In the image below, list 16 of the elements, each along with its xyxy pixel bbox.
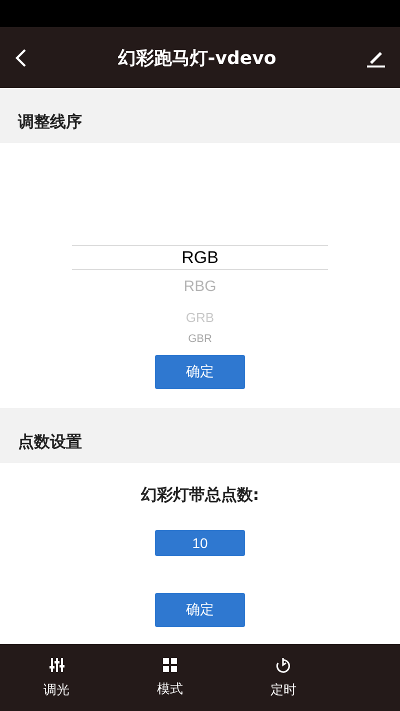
back-icon[interactable] (14, 48, 28, 68)
page-title: 幻彩跑马灯-vdevo (118, 46, 276, 70)
points-field[interactable]: 10 (155, 530, 245, 556)
section-title: 调整线序 (18, 112, 82, 133)
nav-tab[interactable]: 调光 (36, 652, 78, 702)
picker-option[interactable]: RGB (72, 245, 328, 270)
nav-tab[interactable]: 定时 (262, 652, 304, 702)
field-label: 幻彩灯带总点数: (140, 485, 260, 506)
nav-tab[interactable]: 模式 (148, 654, 191, 702)
section-title: 点数设置 (18, 432, 82, 453)
confirm-button[interactable]: 确定 (155, 355, 245, 389)
picker-option[interactable]: GBR (72, 332, 328, 347)
confirm-button[interactable]: 确定 (155, 593, 245, 627)
sliders-icon (48, 656, 65, 672)
timer-icon (275, 656, 292, 672)
grid-icon (162, 658, 177, 672)
